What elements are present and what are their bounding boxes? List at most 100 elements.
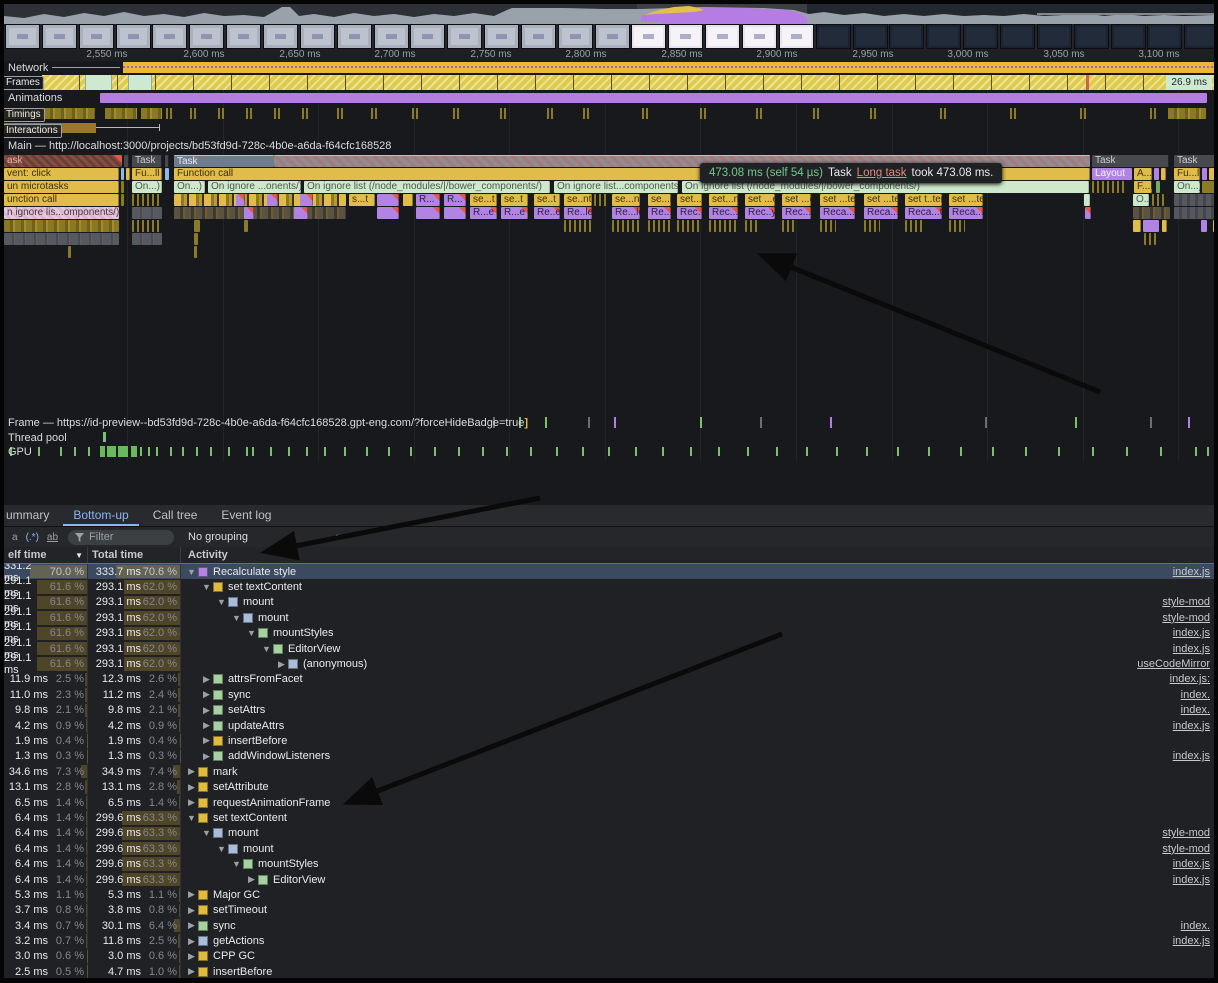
flame-bar[interactable] [745,220,759,232]
flame-bar[interactable]: Rec...le [709,207,738,219]
flame-bar[interactable] [594,194,608,206]
flame-bar[interactable]: set...nt [677,194,702,206]
flame-bar[interactable]: se..nt [564,194,592,206]
flame-bar[interactable]: On...) [1174,181,1200,193]
flame-bar[interactable] [165,168,169,180]
flame-bar[interactable]: Task [174,155,274,167]
flame-bar[interactable]: set ...ent [745,194,775,206]
flame-bar[interactable]: Re..e [534,207,560,219]
flame-bar[interactable] [709,220,738,232]
flame-bar[interactable] [1162,220,1167,232]
flame-bar[interactable]: ask [4,155,122,167]
flame-bar[interactable]: Reca...tyle [905,207,942,219]
flame-bar[interactable] [416,207,440,219]
flame-bar[interactable] [174,194,346,206]
network-track-label[interactable]: Network [8,62,48,74]
flame-bar[interactable]: Task [1174,155,1218,167]
flame-bar[interactable] [564,220,592,232]
flame-bar[interactable] [165,155,169,167]
flame-bar[interactable]: set ...tent [864,194,898,206]
frame-track-title[interactable]: Frame — https://id-preview--bd53fd9d-728… [8,417,528,429]
flame-bar[interactable] [677,220,702,232]
flame-bar[interactable]: Task [132,155,162,167]
flame-bar[interactable]: R... [416,194,440,206]
flame-bar[interactable] [194,233,198,245]
flame-bar[interactable]: On ignore list (/node_modules/|/bower_co… [304,181,550,193]
flame-bar[interactable]: R...e [501,207,528,219]
flame-bar[interactable]: set ...ent [782,194,811,206]
flame-bar[interactable] [132,194,162,206]
flame-bar[interactable] [132,233,162,245]
flame-bar[interactable]: On ignore ...onents/) [208,181,301,193]
flame-bar[interactable]: set t..tent [905,194,942,206]
flame-bar[interactable]: se...t [470,194,497,206]
flame-bar[interactable]: set ...tent [820,194,855,206]
flame-bar[interactable] [121,168,124,180]
flame-bar[interactable]: se..t [501,194,528,206]
flame-bar[interactable] [4,220,119,232]
flame-bar[interactable] [294,207,308,219]
flame-bar[interactable]: set...nt [709,194,738,206]
flame-bar[interactable] [949,220,965,232]
flame-bar[interactable] [68,246,71,258]
flame-bar[interactable] [1213,220,1218,232]
flame-bar[interactable] [1202,181,1218,193]
flame-bar[interactable]: set ...tent [949,194,983,206]
flame-bar[interactable]: A... [1134,168,1152,180]
flame-bar[interactable] [1201,220,1207,232]
flame-bar[interactable] [194,246,197,258]
flame-bar[interactable] [4,233,119,245]
tooltip-long-task-link[interactable]: Long task [857,167,907,179]
flame-bar[interactable] [244,207,254,219]
flame-bar[interactable] [1174,194,1218,206]
flame-bar[interactable]: On...) [132,181,162,193]
flame-bar[interactable]: un microtasks [4,181,119,193]
flame-bar[interactable]: se..t [534,194,560,206]
flame-bar[interactable]: se...nt [648,194,671,206]
flame-bar[interactable] [1209,168,1218,180]
flame-bar[interactable] [1161,168,1166,180]
flame-bar[interactable]: On...) [174,181,205,193]
flame-bar[interactable] [1202,168,1207,180]
flame-bar[interactable] [1092,181,1126,193]
gpu-track-label[interactable]: GPU [8,446,32,458]
flame-bar[interactable] [1156,181,1160,193]
flame-bar[interactable]: F...l [1134,181,1152,193]
flame-bar[interactable] [174,207,346,219]
flame-bar[interactable] [1174,207,1218,219]
flame-bar[interactable] [820,220,836,232]
flame-bar[interactable]: Reca...yle [820,207,855,219]
flame-bar[interactable] [1154,168,1159,180]
flame-bar[interactable]: se...nt [612,194,640,206]
flame-bar[interactable]: Reca...yle [949,207,983,219]
flame-bar[interactable] [1133,207,1170,219]
flame-bar[interactable] [905,220,923,232]
main-thread-title[interactable]: Main — http://localhost:3000/projects/bd… [8,140,391,152]
flame-bar[interactable]: O... [1133,194,1149,206]
flame-bar[interactable]: R...e [470,207,497,219]
flame-bar[interactable]: Task [1092,155,1169,167]
flame-bar[interactable] [132,207,162,219]
flame-bar[interactable] [1144,233,1156,245]
flame-bar[interactable]: Layout [1092,168,1132,180]
flame-bar[interactable]: Rec..yle [745,207,775,219]
flame-bar[interactable]: Rec...le [677,207,702,219]
flame-bar[interactable] [132,220,162,232]
flame-bar[interactable]: Re..le [564,207,592,219]
flame-bar[interactable] [300,194,313,206]
flame-bar[interactable] [194,220,200,232]
flame-bar[interactable] [121,181,124,193]
flame-bar[interactable] [377,207,399,219]
flame-bar[interactable] [1133,220,1141,232]
frames-track-label[interactable]: Frames [2,76,44,90]
flame-bar[interactable] [121,194,124,206]
flame-bar[interactable]: Fu...ll [1174,168,1200,180]
flame-bar[interactable] [864,220,880,232]
flame-bar[interactable]: Re...le [612,207,640,219]
flame-bar[interactable] [1085,207,1091,219]
timings-track-label[interactable]: Timings [2,108,45,122]
flame-bar[interactable]: Rec...yle [782,207,811,219]
flame-bar[interactable]: On ignore list...components/) [554,181,678,193]
flame-bar[interactable] [403,194,413,206]
flame-bar[interactable]: s...t [349,194,375,206]
